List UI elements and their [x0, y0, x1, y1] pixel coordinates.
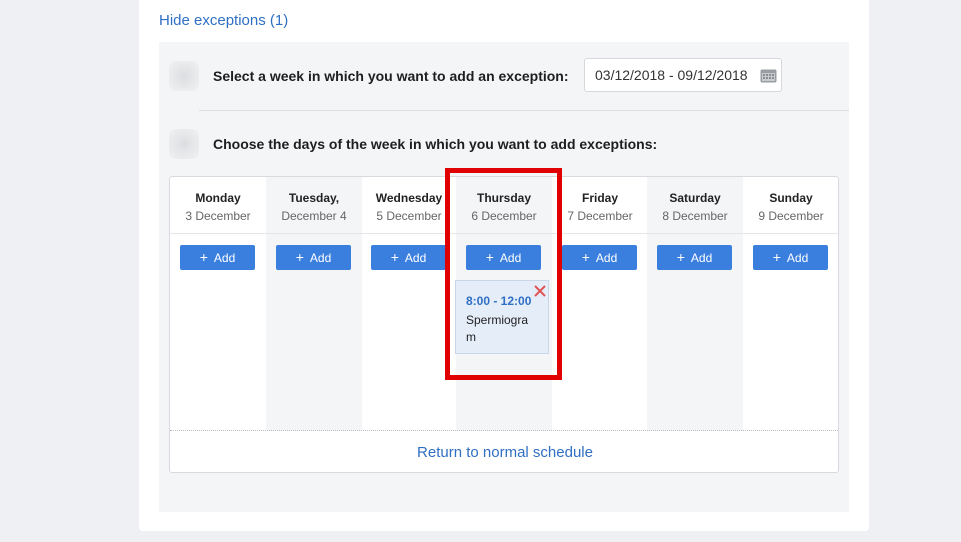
day-date: 3 December [185, 209, 251, 223]
add-button-monday[interactable]: + Add [180, 245, 255, 270]
section-divider [199, 110, 849, 111]
choose-days-label: Choose the days of the week in which you… [213, 136, 658, 152]
day-date: 7 December [567, 209, 633, 223]
add-button-label: Add [309, 251, 332, 265]
plus-icon: + [772, 249, 781, 265]
day-name: Tuesday, [288, 191, 340, 205]
add-button-label: Add [213, 251, 236, 265]
day-column-sunday: Sunday 9 December + Add [743, 177, 838, 431]
add-button-sunday[interactable]: + Add [753, 245, 828, 270]
select-week-label: Select a week in which you want to add a… [213, 68, 569, 84]
add-button-label: Add [404, 251, 427, 265]
add-button-friday[interactable]: + Add [562, 245, 637, 270]
day-date: 5 December [376, 209, 442, 223]
week-range-input[interactable]: 03/12/2018 - 09/12/2018 [584, 58, 782, 92]
day-name: Monday [195, 191, 241, 205]
add-button-label: Add [786, 251, 809, 265]
plus-icon: + [581, 249, 590, 265]
day-column-saturday: Saturday 8 December + Add [647, 177, 743, 431]
add-button-tuesday[interactable]: + Add [276, 245, 351, 270]
day-date: December 4 [281, 209, 347, 223]
return-to-normal-schedule-link[interactable]: Return to normal schedule [170, 444, 838, 461]
add-button-label: Add [595, 251, 618, 265]
day-name: Saturday [669, 191, 721, 205]
step-one-avatar-icon [169, 61, 199, 91]
day-name: Wednesday [375, 191, 443, 205]
plus-icon: + [390, 249, 399, 265]
plus-icon: + [295, 249, 304, 265]
step-two-avatar-icon [169, 129, 199, 159]
day-date: 9 December [758, 209, 824, 223]
add-button-wednesday[interactable]: + Add [371, 245, 446, 270]
hide-exceptions-link[interactable]: Hide exceptions (1) [159, 12, 288, 29]
day-column-friday: Friday 7 December + Add [552, 177, 648, 431]
day-column-tuesday: Tuesday, December 4 + Add [266, 177, 362, 431]
day-column-wednesday: Wednesday 5 December + Add [361, 177, 457, 431]
day-date: 8 December [662, 209, 728, 223]
add-button-saturday[interactable]: + Add [657, 245, 732, 270]
footer-divider [170, 430, 838, 431]
add-button-label: Add [690, 251, 713, 265]
day-name: Friday [581, 191, 618, 205]
highlight-box [445, 168, 562, 380]
day-column-monday: Monday 3 December + Add [170, 177, 266, 431]
plus-icon: + [676, 249, 685, 265]
plus-icon: + [199, 249, 208, 265]
calendar-icon[interactable] [760, 68, 777, 83]
day-name: Sunday [769, 191, 813, 205]
